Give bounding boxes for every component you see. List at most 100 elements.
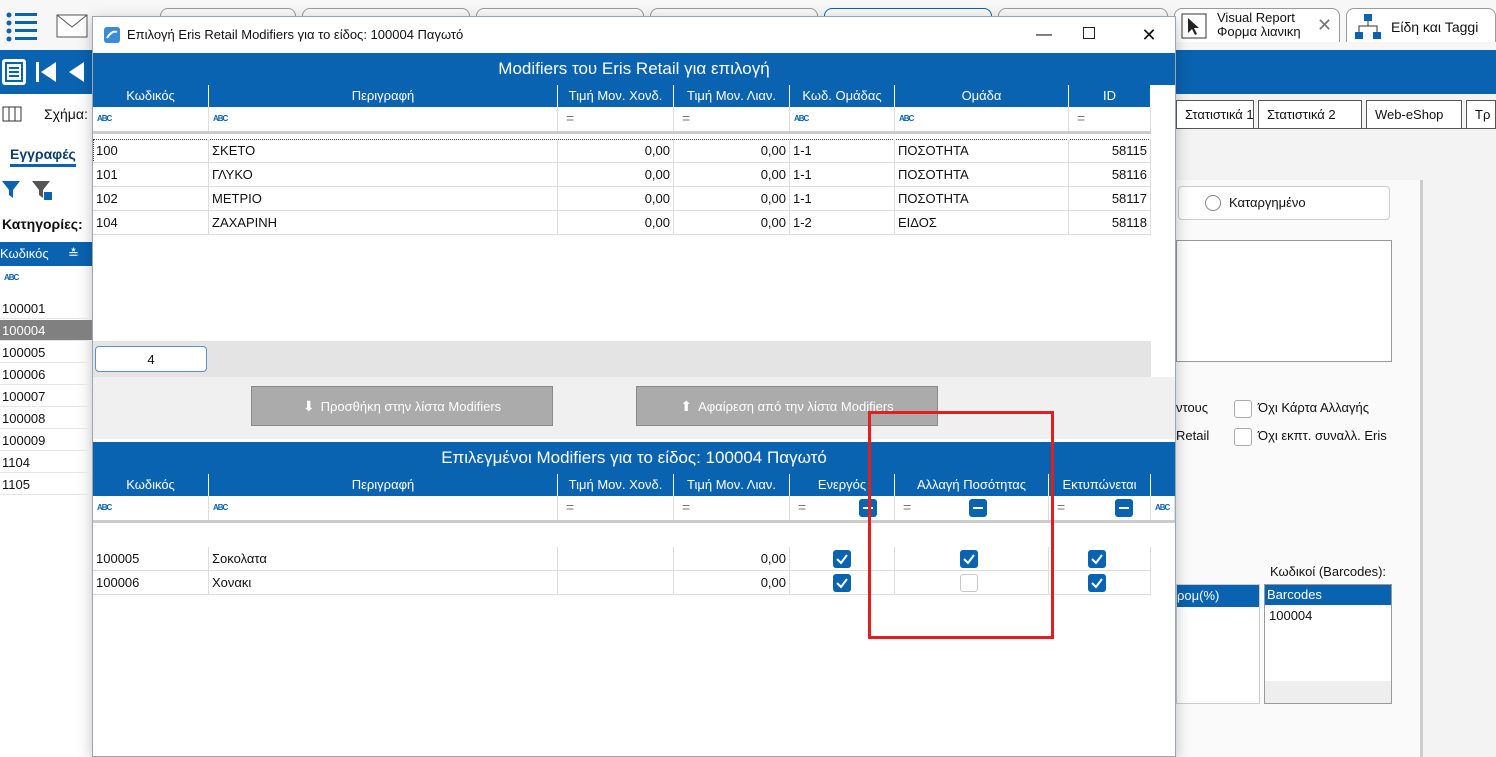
code-list-item[interactable]: 100007 — [0, 386, 92, 407]
code-column-header[interactable]: Κωδικός ≛ — [0, 242, 92, 266]
table-cell: 100006 — [93, 571, 209, 595]
remove-from-modifiers-label: Αφαίρεση από την λίστα Modifiers — [698, 399, 894, 414]
items-tags-tab[interactable]: Είδη και Taggi — [1346, 8, 1496, 42]
printed-checkbox[interactable] — [1088, 550, 1106, 568]
active-checkbox[interactable] — [833, 574, 851, 592]
table-cell: ΠΟΣΟΤΗΤΑ — [895, 139, 1069, 163]
column-filter[interactable]: ABC — [1151, 496, 1175, 520]
column-header[interactable]: Τιμή Μον. Λιαν. — [674, 474, 790, 496]
active-checkbox[interactable] — [833, 550, 851, 568]
column-header[interactable]: Τιμή Μον. Χονδ. — [558, 474, 674, 496]
no-change-card-label: Όχι Κάρτα Αλλαγής — [1258, 400, 1369, 415]
column-header[interactable]: ID — [1069, 85, 1151, 107]
right-tab[interactable]: Στατιστικά 2 — [1258, 100, 1362, 128]
code-list-item[interactable]: 100008 — [0, 408, 92, 429]
column-header[interactable]: Τιμή Μον. Λιαν. — [674, 85, 790, 107]
code-list-item[interactable]: 100009 — [0, 430, 92, 451]
column-header[interactable]: Κωδικός — [93, 85, 209, 107]
code-column-header-label: Κωδικός — [0, 246, 49, 261]
record-count-field: 4 — [95, 346, 207, 372]
code-list-item[interactable]: 100006 — [0, 364, 92, 385]
visual-report-tab-label: Visual Report Φορμα λιανικη — [1217, 11, 1301, 39]
code-list-item[interactable]: 1105 — [0, 474, 92, 495]
column-filter[interactable]: ABC — [209, 496, 558, 520]
dialog-title: Επιλογή Eris Retail Modifiers για το είδ… — [127, 27, 464, 42]
no-change-card-checkbox[interactable] — [1234, 400, 1252, 418]
barcode-row[interactable]: 100004 — [1265, 605, 1391, 627]
code-list-item[interactable]: 100004 — [0, 320, 92, 341]
column-header[interactable]: Κωδ. Ομάδας — [790, 85, 895, 107]
table-cell: 0,00 — [674, 139, 790, 163]
column-filter[interactable]: ABC — [790, 107, 895, 131]
column-header[interactable]: Περιγραφή — [209, 474, 558, 496]
column-header[interactable]: Κωδικός — [93, 474, 209, 496]
table-cell: 0,00 — [674, 163, 790, 187]
close-icon[interactable]: ✕ — [1317, 15, 1332, 36]
column-filter[interactable]: = — [558, 496, 674, 520]
code-list-item[interactable]: 100001 — [0, 298, 92, 319]
first-record-icon[interactable] — [34, 60, 60, 84]
column-filter[interactable]: ABC — [895, 107, 1069, 131]
table-row[interactable]: 100 ΣΚΕΤΟ 0,00 0,00 1-1 ΠΟΣΟΤΗΤΑ 58115 — [93, 139, 1151, 163]
column-filter[interactable]: = — [1069, 107, 1151, 131]
table-cell: 0,00 — [674, 211, 790, 235]
add-to-modifiers-button[interactable]: ⬇ Προσθήκη στην λίστα Modifiers — [251, 386, 553, 426]
table-cell: ΠΟΣΟΤΗΤΑ — [895, 187, 1069, 211]
column-filter[interactable]: = — [558, 107, 674, 131]
close-button[interactable]: ✕ — [1137, 21, 1161, 49]
previous-record-icon[interactable] — [66, 60, 86, 84]
maximize-button[interactable] — [1083, 27, 1095, 39]
column-filter[interactable]: = — [674, 107, 790, 131]
code-list-item[interactable]: 100005 — [0, 342, 92, 363]
sort-icon[interactable]: ≛ — [68, 242, 79, 266]
right-tab[interactable]: Web-eShop — [1366, 100, 1462, 128]
modifiers-dialog: Επιλογή Eris Retail Modifiers για το είδ… — [92, 16, 1176, 757]
cancelled-radio-box[interactable]: Καταργημένο — [1178, 186, 1390, 220]
barcodes-footer — [1265, 681, 1391, 703]
column-header[interactable]: Περιγραφή — [209, 85, 558, 107]
table-row[interactable]: 102 ΜΕΤΡΙΟ 0,00 0,00 1-1 ΠΟΣΟΤΗΤΑ 58117 — [93, 187, 1151, 211]
filter-icon[interactable] — [0, 178, 24, 202]
code-list-item[interactable]: 1104 — [0, 452, 92, 473]
cancelled-radio[interactable] — [1205, 195, 1221, 211]
indeterminate-filter-checkbox[interactable] — [1115, 499, 1133, 517]
column-filter[interactable]: ABC — [93, 107, 209, 131]
right-tab[interactable]: Στατιστικά 1 — [1176, 100, 1254, 128]
highlight-box — [868, 411, 1054, 639]
column-filter[interactable]: ABC — [93, 496, 209, 520]
mail-icon[interactable] — [56, 14, 88, 38]
table-cell: 0,00 — [558, 139, 674, 163]
partial-grid: ρομ(%) — [1176, 584, 1260, 704]
column-header[interactable]: Τιμή Μον. Χονδ. — [558, 85, 674, 107]
filter-edit-icon[interactable] — [30, 178, 54, 202]
arrow-down-icon: ⬇ — [302, 398, 315, 414]
column-filter[interactable]: = — [674, 496, 790, 520]
column-filter[interactable]: = — [1049, 496, 1151, 520]
table-row[interactable]: 104 ΖΑΧΑΡΙΝΗ 0,00 0,00 1-2 ΕΙΔΟΣ 58118 — [93, 211, 1151, 235]
right-tab[interactable]: Τρ — [1466, 100, 1496, 128]
app-icon — [103, 26, 121, 44]
schema-icon[interactable] — [2, 106, 22, 122]
available-modifiers-grid: Κωδικός ABC Περιγραφή ABC Τιμή Μον. Χονδ. = Τι… — [93, 85, 1153, 341]
list-view-icon[interactable] — [2, 59, 26, 85]
table-cell: ΜΕΤΡΙΟ — [209, 187, 558, 211]
minimize-button[interactable]: — — [1029, 21, 1059, 49]
notes-box[interactable] — [1176, 240, 1392, 362]
categories-label: Κατηγορίες: — [2, 216, 83, 232]
column-header[interactable]: Ομάδα — [895, 85, 1069, 107]
records-tab[interactable]: Εγγραφές — [10, 146, 76, 167]
list-menu-icon[interactable] — [4, 8, 38, 42]
report-cursor-icon — [1181, 13, 1207, 39]
column-filter[interactable]: ABC — [209, 107, 558, 131]
column-header[interactable]: Εκτυπώνεται — [1049, 474, 1151, 496]
table-cell: 0,00 — [674, 571, 790, 595]
text-filter-icon: ABC — [97, 114, 112, 123]
visual-report-tab[interactable]: Visual Report Φορμα λιανικη ✕ — [1174, 8, 1340, 42]
printed-checkbox[interactable] — [1088, 574, 1106, 592]
partial-column-header[interactable]: ρομ(%) — [1177, 585, 1259, 607]
table-row[interactable]: 101 ΓΛΥΚΟ 0,00 0,00 1-1 ΠΟΣΟΤΗΤΑ 58116 — [93, 163, 1151, 187]
text-filter-icon: ABC — [213, 503, 228, 512]
no-discount-checkbox[interactable] — [1234, 428, 1252, 446]
code-filter-cell[interactable]: ABC — [0, 266, 92, 290]
barcodes-header[interactable]: Barcodes — [1265, 585, 1391, 605]
